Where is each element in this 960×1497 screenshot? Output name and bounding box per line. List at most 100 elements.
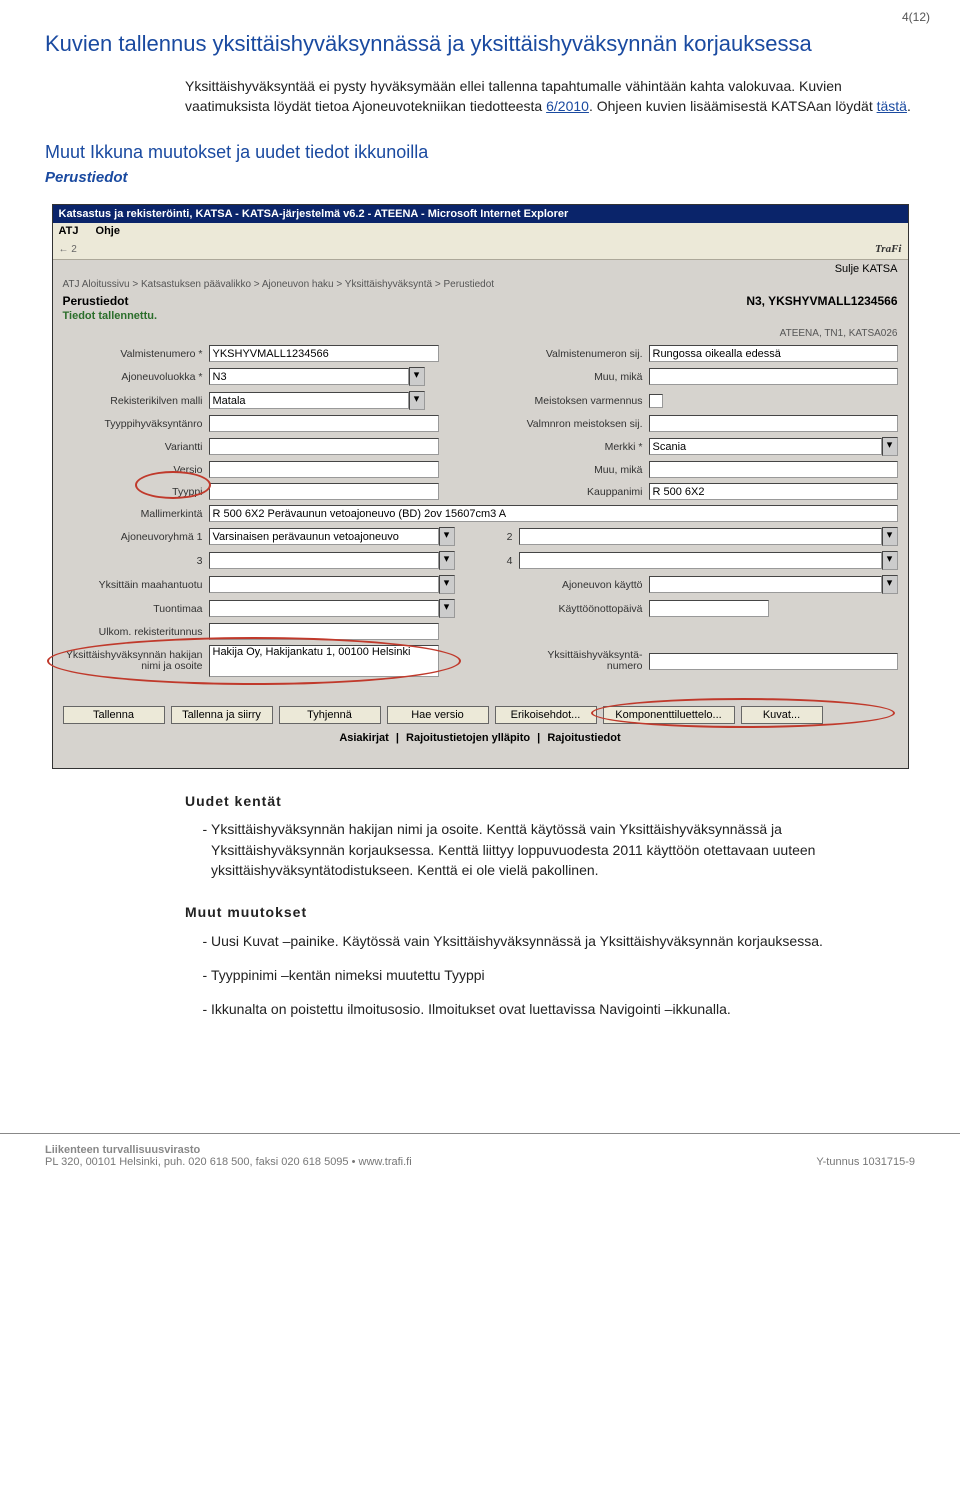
input-kauppanimi[interactable]: R 500 6X2	[649, 483, 898, 500]
dropdown-icon[interactable]: ▾	[409, 391, 425, 410]
input-tyyppi[interactable]	[209, 483, 439, 500]
input-tyyppinro[interactable]	[209, 415, 439, 432]
link-asiakirjat[interactable]: Asiakirjat	[339, 732, 389, 744]
dropdown-icon[interactable]: ▾	[439, 599, 455, 618]
lbl-ulkom: Ulkom. rekisteritunnus	[63, 626, 209, 638]
dropdown-icon[interactable]: ▾	[439, 575, 455, 594]
meta-info: ATEENA, TN1, KATSA026	[53, 328, 908, 341]
save-button[interactable]: Tallenna	[63, 706, 165, 724]
input-muumika2[interactable]	[649, 461, 898, 478]
lbl-muumika2: Muu, mikä	[483, 464, 649, 476]
lbl-muumika: Muu, mikä	[483, 371, 649, 383]
lbl-merkki: Merkki *	[483, 441, 649, 453]
intro-paragraph: Yksittäishyväksyntää ei pysty hyväksymää…	[185, 76, 915, 117]
lbl-mallimerkinta: Mallimerkintä	[63, 508, 209, 520]
button-row: Tallenna Tallenna ja siirry Tyhjennä Hae…	[53, 692, 908, 730]
link-tasta[interactable]: tästä	[877, 98, 907, 114]
lbl-versio: Versio	[63, 464, 209, 476]
lbl-tyyppinro: Tyyppihyväksyntänro	[63, 418, 209, 430]
input-variantti[interactable]	[209, 438, 439, 455]
footer-org: Liikenteen turvallisuusvirasto	[45, 1144, 412, 1156]
heading-2: Muut Ikkuna muutokset ja uudet tiedot ik…	[45, 142, 915, 163]
heading-3: Perustiedot	[45, 169, 915, 186]
input-valmsij[interactable]: Rungossa oikealla edessä	[649, 345, 898, 362]
lbl-yhnro: Yksittäishyväksyntä- numero	[483, 650, 649, 673]
input-kayttopvm[interactable]	[649, 600, 769, 617]
heading-uudet-kentat: Uudet kentät	[185, 791, 915, 811]
lbl-variantti: Variantti	[63, 441, 209, 453]
bullet-ilmoitusosio: Ikkunalta on poistettu ilmoitusosio. Ilm…	[211, 999, 915, 1019]
select-rekisterikilpi[interactable]: Matala	[209, 392, 409, 409]
select-ajoneuvoryhma3[interactable]	[209, 552, 439, 569]
dropdown-icon[interactable]: ▾	[409, 367, 425, 386]
save-and-go-button[interactable]: Tallenna ja siirry	[171, 706, 273, 724]
dropdown-icon[interactable]: ▾	[439, 551, 455, 570]
component-list-button[interactable]: Komponenttiluettelo...	[603, 706, 735, 724]
dropdown-icon[interactable]: ▾	[882, 551, 898, 570]
menu-bar: ATJ Ohje	[53, 223, 908, 239]
input-versio[interactable]	[209, 461, 439, 478]
select-tuontimaa[interactable]	[209, 600, 439, 617]
select-yksmaahantuotu[interactable]	[209, 576, 439, 593]
lbl-ajoneuvoluokka: Ajoneuvoluokka *	[63, 371, 209, 383]
page-footer: Liikenteen turvallisuusvirasto PL 320, 0…	[0, 1133, 960, 1186]
page-number: 4(12)	[902, 10, 930, 24]
footer-ytunnus: Y-tunnus 1031715-9	[816, 1156, 915, 1168]
select-ajoneuvoryhma1[interactable]: Varsinaisen perävaunun vetoajoneuvo	[209, 528, 439, 545]
window-titlebar: Katsastus ja rekisteröinti, KATSA - KATS…	[53, 205, 908, 223]
vehicle-id: N3, YKSHYVMALL1234566	[746, 294, 897, 308]
dropdown-icon[interactable]: ▾	[882, 527, 898, 546]
input-mallimerkinta[interactable]: R 500 6X2 Perävaunun vetoajoneuvo (BD) 2…	[209, 505, 898, 522]
input-valmistenumero[interactable]: YKSHYVMALL1234566	[209, 345, 439, 362]
intro-text-3: .	[907, 98, 911, 114]
close-katsa-button[interactable]: Sulje KATSA	[835, 263, 898, 275]
lbl-ajokaytto: Ajoneuvon käyttö	[483, 579, 649, 591]
link-row: Asiakirjat | Rajoitustietojen ylläpito |…	[53, 730, 908, 754]
bullet-kuvat-button: Uusi Kuvat –painike. Käytössä vain Yksit…	[211, 931, 915, 951]
footer-address: PL 320, 00101 Helsinki, puh. 020 618 500…	[45, 1156, 412, 1168]
get-version-button[interactable]: Hae versio	[387, 706, 489, 724]
toolbar: ← 2 TraFi	[53, 239, 908, 260]
select-ajoneuvoryhma4[interactable]	[519, 552, 882, 569]
input-valmnron[interactable]	[649, 415, 898, 432]
menu-atj[interactable]: ATJ	[59, 225, 79, 237]
heading-1: Kuvien tallennus yksittäishyväksynnässä …	[45, 30, 915, 58]
nav-arrows[interactable]: ← 2	[59, 244, 77, 255]
lbl-ajoneuvoryhma1: Ajoneuvoryhmä 1	[63, 531, 209, 543]
lbl-kauppanimi: Kauppanimi	[483, 486, 649, 498]
lbl-valmistenumero: Valmistenumero *	[63, 348, 209, 360]
link-rajtiedot[interactable]: Rajoitustiedot	[547, 732, 620, 744]
bullet-hakija-field: Yksittäishyväksynnän hakijan nimi ja oso…	[211, 819, 915, 880]
form-area: Valmistenumero * YKSHYVMALL1234566 Valmi…	[53, 341, 908, 692]
clear-button[interactable]: Tyhjennä	[279, 706, 381, 724]
lbl-tuontimaa: Tuontimaa	[63, 603, 209, 615]
lbl-valmnron: Valmnron meistoksen sij.	[483, 418, 649, 430]
form-title: Perustiedot	[63, 294, 129, 308]
lbl-kayttopvm: Käyttöönottopäivä	[483, 603, 649, 615]
lbl-tyyppi: Tyyppi	[63, 486, 209, 498]
trafi-logo: TraFi	[875, 243, 902, 255]
dropdown-icon[interactable]: ▾	[882, 437, 898, 456]
lbl-nr3: 3	[63, 555, 209, 567]
dropdown-icon[interactable]: ▾	[882, 575, 898, 594]
select-ajoneuvoryhma2[interactable]	[519, 528, 882, 545]
lbl-hakija: Yksittäishyväksynnän hakijan nimi ja oso…	[63, 650, 209, 673]
select-merkki[interactable]: Scania	[649, 438, 882, 455]
link-rajyllapito[interactable]: Rajoitustietojen ylläpito	[406, 732, 530, 744]
images-button[interactable]: Kuvat...	[741, 706, 823, 724]
bullet-tyyppinimi: Tyyppinimi –kentän nimeksi muutettu Tyyp…	[211, 965, 915, 985]
link-6-2010[interactable]: 6/2010	[546, 98, 589, 114]
checkbox-meistos[interactable]	[649, 394, 663, 408]
input-muumika[interactable]	[649, 368, 898, 385]
select-ajokaytto[interactable]	[649, 576, 882, 593]
screenshot-window: Katsastus ja rekisteröinti, KATSA - KATS…	[52, 204, 909, 769]
saved-status: Tiedot tallennettu.	[53, 310, 908, 328]
dropdown-icon[interactable]: ▾	[439, 527, 455, 546]
select-ajoneuvoluokka[interactable]: N3	[209, 368, 409, 385]
lbl-nr4: 4	[483, 555, 519, 567]
input-yhnro[interactable]	[649, 653, 898, 670]
menu-ohje[interactable]: Ohje	[96, 225, 120, 237]
input-ulkom[interactable]	[209, 623, 439, 640]
special-conditions-button[interactable]: Erikoisehdot...	[495, 706, 597, 724]
textarea-hakija[interactable]: Hakija Oy, Hakijankatu 1, 00100 Helsinki	[209, 645, 439, 677]
